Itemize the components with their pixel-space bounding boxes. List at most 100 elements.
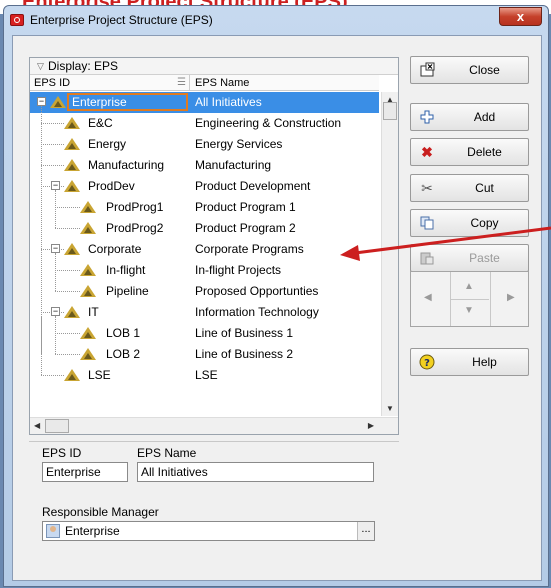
eps-node-icon: [64, 159, 80, 171]
help-icon: ?: [419, 354, 435, 370]
close-button-label: Close: [469, 63, 500, 77]
tree-row[interactable]: In-flight In-flight Projects: [30, 260, 379, 281]
tree-connector: [41, 106, 42, 375]
column-sort-icon[interactable]: ☰: [177, 75, 186, 91]
eps-node-icon: [80, 201, 96, 213]
column-header-label: EPS ID: [34, 77, 71, 89]
move-left-icon[interactable]: ◀: [424, 292, 432, 303]
eps-node-icon: [50, 96, 66, 108]
copy-icon: [419, 215, 435, 231]
eps-node-icon: [80, 327, 96, 339]
eps-node-icon: [80, 222, 96, 234]
column-header-eps-id[interactable]: EPS ID ☰: [30, 75, 190, 91]
eps-node-icon: [64, 369, 80, 381]
eps-name-label: EPS Name: [137, 446, 197, 460]
delete-button-label: Delete: [467, 145, 502, 159]
cut-button-label: Cut: [475, 181, 494, 195]
eps-name-cell: Line of Business 2: [195, 347, 294, 361]
tree-connector: [55, 270, 80, 271]
eps-id-cell: ProdProg1: [106, 200, 164, 214]
tree-row[interactable]: Pipeline Proposed Opportunties: [30, 281, 379, 302]
tree-row[interactable]: Manufacturing Manufacturing: [30, 155, 379, 176]
tree-row[interactable]: Energy Energy Services: [30, 134, 379, 155]
eps-dialog: Enterprise Project Structure (EPS) x ▽ D…: [3, 5, 549, 587]
tree-connector: [55, 190, 56, 228]
move-up-icon[interactable]: ▲: [464, 281, 474, 292]
tree-expander-icon[interactable]: −: [51, 307, 60, 316]
eps-name-field[interactable]: All Initiatives: [137, 462, 374, 482]
add-button[interactable]: Add: [410, 103, 529, 131]
cut-button[interactable]: ✂ Cut: [410, 174, 529, 202]
delete-button[interactable]: ✖ Delete: [410, 138, 529, 166]
tree-connector: [41, 165, 64, 166]
paste-button[interactable]: Paste: [410, 244, 529, 272]
eps-name-cell: Corporate Programs: [195, 242, 304, 256]
collapse-triangle-icon[interactable]: ▽: [37, 58, 44, 74]
eps-node-icon: [64, 117, 80, 129]
dialog-client: ▽ Display: EPS EPS ID ☰ EPS Name − Enterp…: [12, 35, 542, 581]
svg-text:?: ?: [424, 358, 430, 369]
add-button-label: Add: [473, 110, 496, 124]
tree-row[interactable]: − IT Information Technology: [30, 302, 379, 323]
scroll-down-icon[interactable]: ▼: [386, 404, 394, 413]
help-button[interactable]: ? Help: [410, 348, 529, 376]
eps-name-cell: In-flight Projects: [195, 263, 282, 277]
tree-row[interactable]: − ProdDev Product Development: [30, 176, 379, 197]
eps-name-cell: Engineering & Construction: [195, 116, 342, 130]
eps-name-cell: Proposed Opportunties: [195, 284, 319, 298]
title-bar: Enterprise Project Structure (EPS) x: [4, 6, 548, 36]
close-dialog-icon: [419, 62, 435, 78]
move-right-icon[interactable]: ▶: [507, 292, 515, 303]
window-close-button[interactable]: x: [499, 7, 542, 26]
tree-expander-icon[interactable]: −: [51, 244, 60, 253]
column-header-eps-name[interactable]: EPS Name: [190, 75, 379, 91]
tree-connector: [55, 253, 56, 291]
add-icon: [419, 109, 435, 125]
move-down-icon[interactable]: ▼: [464, 305, 474, 316]
vertical-scrollbar[interactable]: ▲ ▼: [381, 92, 398, 416]
tree-connector: [55, 316, 56, 354]
copy-button[interactable]: Copy: [410, 209, 529, 237]
eps-name-cell: Energy Services: [195, 137, 283, 151]
details-separator: [29, 441, 399, 442]
scroll-left-icon[interactable]: ◀: [34, 421, 40, 430]
eps-id-label: EPS ID: [42, 446, 82, 460]
eps-id-cell: Enterprise: [72, 95, 127, 109]
eps-id-field[interactable]: Enterprise: [42, 462, 128, 482]
eps-id-cell: Energy: [88, 137, 127, 151]
scroll-right-icon[interactable]: ▶: [368, 421, 374, 430]
hscroll-thumb[interactable]: [45, 419, 69, 433]
tree-expander-icon[interactable]: −: [51, 181, 60, 190]
eps-name-cell: Product Program 1: [195, 200, 296, 214]
display-bar[interactable]: ▽ Display: EPS: [30, 58, 398, 75]
responsible-manager-field[interactable]: Enterprise ...: [42, 521, 375, 541]
eps-id-cell: ProdDev: [88, 179, 135, 193]
eps-node-icon: [64, 243, 80, 255]
tree-row[interactable]: ProdProg1 Product Program 1: [30, 197, 379, 218]
tree-expander-icon[interactable]: −: [37, 97, 46, 106]
eps-name-cell: Manufacturing: [195, 158, 272, 172]
tree-row[interactable]: − Corporate Corporate Programs: [30, 239, 379, 260]
tree-row[interactable]: LSE LSE: [30, 365, 379, 386]
eps-node-icon: [64, 138, 80, 150]
eps-id-cell: In-flight: [106, 263, 146, 277]
eps-id-cell: ProdProg2: [106, 221, 164, 235]
horizontal-scrollbar[interactable]: ◀ ▶: [30, 417, 398, 434]
tree-row[interactable]: − Enterprise All Initiatives: [30, 92, 379, 113]
tree-row[interactable]: E&C Engineering & Construction: [30, 113, 379, 134]
eps-name-cell: Line of Business 1: [195, 326, 294, 340]
eps-id-cell: Corporate: [88, 242, 142, 256]
tree-row[interactable]: ProdProg2 Product Program 2: [30, 218, 379, 239]
window-title: Enterprise Project Structure (EPS): [30, 13, 213, 27]
column-header-label: EPS Name: [195, 77, 250, 89]
scroll-thumb[interactable]: [383, 102, 397, 120]
eps-name-cell: LSE: [195, 368, 218, 382]
close-button[interactable]: Close: [410, 56, 529, 84]
eps-id-cell: LOB 2: [106, 347, 141, 361]
tree-row[interactable]: LOB 1 Line of Business 1: [30, 323, 379, 344]
tree-connector: [55, 333, 80, 334]
eps-node-icon: [80, 264, 96, 276]
tree-connector: [55, 207, 80, 208]
tree-row[interactable]: LOB 2 Line of Business 2: [30, 344, 379, 365]
manager-browse-button[interactable]: ...: [357, 522, 374, 540]
